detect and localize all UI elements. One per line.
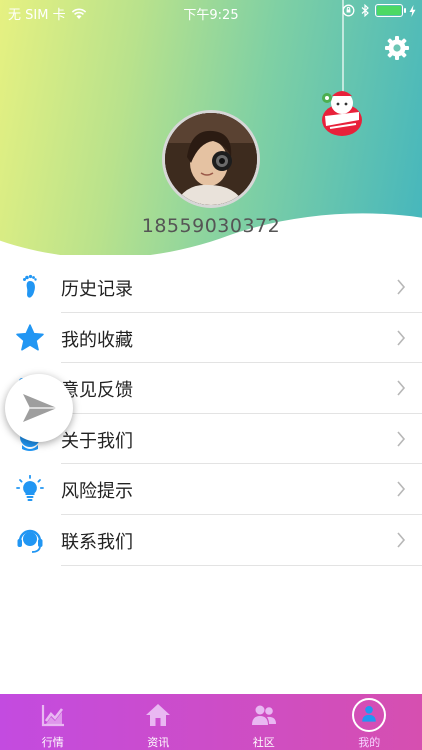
tab-label: 资讯 xyxy=(147,736,170,749)
divider xyxy=(61,564,422,566)
gear-icon[interactable] xyxy=(384,35,410,61)
chevron-right-icon xyxy=(397,330,406,346)
footprint-icon xyxy=(23,274,37,298)
hanging-ornament-icon[interactable] xyxy=(318,0,366,140)
tab-label: 行情 xyxy=(41,736,64,749)
community-icon xyxy=(251,705,276,725)
send-icon xyxy=(23,394,57,422)
chevron-right-icon xyxy=(397,380,406,396)
chevron-right-icon xyxy=(397,481,406,497)
menu-item-label: 我的收藏 xyxy=(61,329,133,351)
avatar[interactable] xyxy=(162,110,260,208)
tab-news[interactable]: 资讯 xyxy=(106,694,212,750)
menu-item-history[interactable]: 历史记录 xyxy=(0,262,422,313)
menu-item-label: 历史记录 xyxy=(61,279,133,300)
chevron-right-icon xyxy=(397,532,406,548)
menu-item-contact[interactable]: 联系我们 xyxy=(0,515,422,566)
headset-icon xyxy=(17,529,43,553)
menu-item-risk[interactable]: 风险提示 xyxy=(0,464,422,515)
star-icon xyxy=(16,323,44,351)
tab-market[interactable]: 行情 xyxy=(0,694,106,750)
avatar-photo xyxy=(165,113,257,205)
tab-bar: 行情 资讯 社区 我的 xyxy=(0,694,422,750)
tab-label: 社区 xyxy=(252,736,275,749)
battery-level xyxy=(377,6,401,15)
chevron-right-icon xyxy=(397,431,406,447)
menu-item-favorites[interactable]: 我的收藏 xyxy=(0,313,422,364)
chevron-right-icon xyxy=(397,279,406,295)
menu-item-label: 风险提示 xyxy=(61,481,133,503)
charging-icon xyxy=(409,4,416,17)
home-icon xyxy=(146,704,171,726)
tab-label: 我的 xyxy=(358,736,381,749)
battery-icon xyxy=(375,4,406,17)
menu-item-label: 联系我们 xyxy=(61,531,133,553)
lightbulb-icon xyxy=(16,475,44,502)
phone-number: 18559030372 xyxy=(141,215,281,237)
tab-community[interactable]: 社区 xyxy=(211,694,317,750)
user-icon xyxy=(362,705,377,722)
chart-icon xyxy=(41,705,64,727)
tab-mine[interactable]: 我的 xyxy=(317,694,422,750)
floating-share-button[interactable] xyxy=(5,374,73,442)
